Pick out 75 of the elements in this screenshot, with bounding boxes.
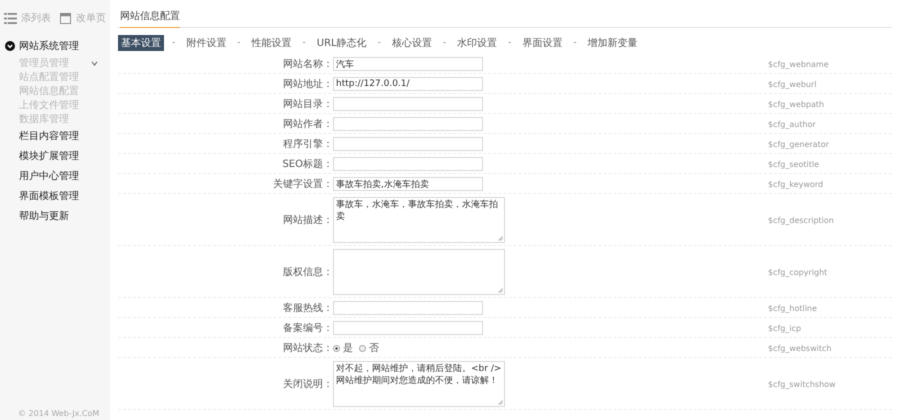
input-field[interactable]: http://127.0.0.1/	[333, 77, 483, 91]
resize-grip-icon	[498, 288, 503, 293]
tab-separator: -	[378, 38, 381, 48]
input-field[interactable]	[333, 301, 483, 315]
variable-name: $cfg_webname	[767, 60, 830, 68]
tab[interactable]: 性能设置	[248, 35, 294, 51]
text-area[interactable]: 事故车，水淹车，事故车拍卖，水淹车拍卖	[333, 197, 505, 243]
sidebar-group[interactable]: 模块扩展管理	[0, 146, 110, 166]
sidebar-group[interactable]: 帮助与更新	[0, 206, 110, 226]
variable-name: $cfg_hotline	[767, 304, 818, 312]
tab[interactable]: 附件设置	[183, 35, 230, 51]
variable-name: $cfg_description	[767, 216, 835, 224]
radio-label: 是	[343, 342, 353, 355]
input-field[interactable]: 事故车拍卖,水淹车拍卖	[333, 177, 483, 191]
sidebar-group[interactable]: 界面模板管理	[0, 186, 110, 206]
text-area[interactable]	[333, 249, 505, 295]
input-field[interactable]	[333, 137, 483, 151]
input-field[interactable]: 汽车	[333, 57, 483, 71]
variable-name: $cfg_generator	[767, 140, 830, 148]
resize-grip-icon	[498, 400, 503, 405]
tab[interactable]: 增加新变量	[584, 35, 641, 51]
variable-name: $cfg_icp	[767, 324, 802, 332]
tab[interactable]: URL静态化	[314, 35, 370, 51]
list-icon	[4, 12, 17, 24]
field-label: 关闭说明：	[282, 378, 333, 391]
resize-grip-icon	[498, 236, 503, 241]
page-title: 网站信息配置	[120, 9, 180, 28]
radio-label: 否	[369, 342, 379, 355]
variable-name: $cfg_copyright	[767, 268, 828, 276]
tab-separator: -	[172, 38, 176, 48]
variable-name: $cfg_switchshow	[767, 380, 837, 388]
tab-separator: -	[237, 38, 240, 48]
tab[interactable]: 水印设置	[454, 35, 500, 51]
field-label: 客服热线：	[282, 302, 333, 315]
input-field[interactable]	[333, 157, 483, 171]
variable-name: $cfg_webpath	[767, 100, 826, 108]
variable-name: $cfg_seotitle	[767, 160, 820, 168]
input-field[interactable]	[333, 321, 483, 335]
copyright-text: © 2014 Web-Jx.CoM	[18, 409, 100, 418]
tab[interactable]: 基本设置	[118, 35, 164, 51]
field-label: 网站名称：	[282, 58, 333, 71]
field-label: 备案编号：	[282, 322, 333, 335]
chevron-down-icon	[5, 41, 15, 51]
variable-name: $cfg_author	[767, 120, 817, 128]
field-label: 网站状态：	[282, 342, 333, 355]
input-field[interactable]	[333, 117, 483, 131]
radio-option[interactable]: 否	[359, 341, 379, 355]
radio-button[interactable]	[359, 344, 366, 352]
sidebar-group[interactable]: 用户中心管理	[0, 166, 110, 186]
field-label: 网站地址：	[282, 78, 333, 91]
input-field[interactable]	[333, 97, 483, 111]
variable-name: $cfg_keyword	[767, 180, 824, 188]
sidebar-group[interactable]: 网站系统管理	[0, 36, 110, 56]
text-area-value: 对不起，网站维护，请稍后登陆。<br />网站维护期间对您造成的不便，请谅解！	[336, 364, 502, 388]
field-label: 程序引擎：	[282, 138, 333, 151]
variable-name: $cfg_weburl	[767, 80, 818, 88]
field-label: 版权信息：	[282, 266, 333, 279]
radio-button[interactable]	[333, 344, 340, 352]
variable-name: $cfg_webswitch	[767, 344, 832, 352]
field-label: 网站描述：	[282, 214, 333, 227]
field-label: SEO标题：	[281, 158, 333, 171]
text-area[interactable]: 对不起，网站维护，请稍后登陆。<br />网站维护期间对您造成的不便，请谅解！	[333, 361, 505, 407]
field-label: 网站目录：	[282, 98, 333, 111]
tab-separator: -	[442, 38, 446, 48]
tab[interactable]: 界面设置	[519, 35, 566, 51]
window-icon	[59, 12, 72, 24]
field-label: 网站作者：	[282, 118, 333, 131]
tab-separator: -	[573, 38, 577, 48]
tab-separator: -	[508, 38, 512, 48]
field-label: 关键字设置：	[272, 178, 333, 191]
text-area-value: 事故车，水淹车，事故车拍卖，水淹车拍卖	[336, 200, 499, 224]
radio-option[interactable]: 是	[333, 341, 353, 355]
sidebar-group[interactable]: 栏目内容管理	[0, 126, 110, 146]
tab[interactable]: 核心设置	[388, 35, 435, 51]
tab-separator: -	[302, 38, 306, 48]
